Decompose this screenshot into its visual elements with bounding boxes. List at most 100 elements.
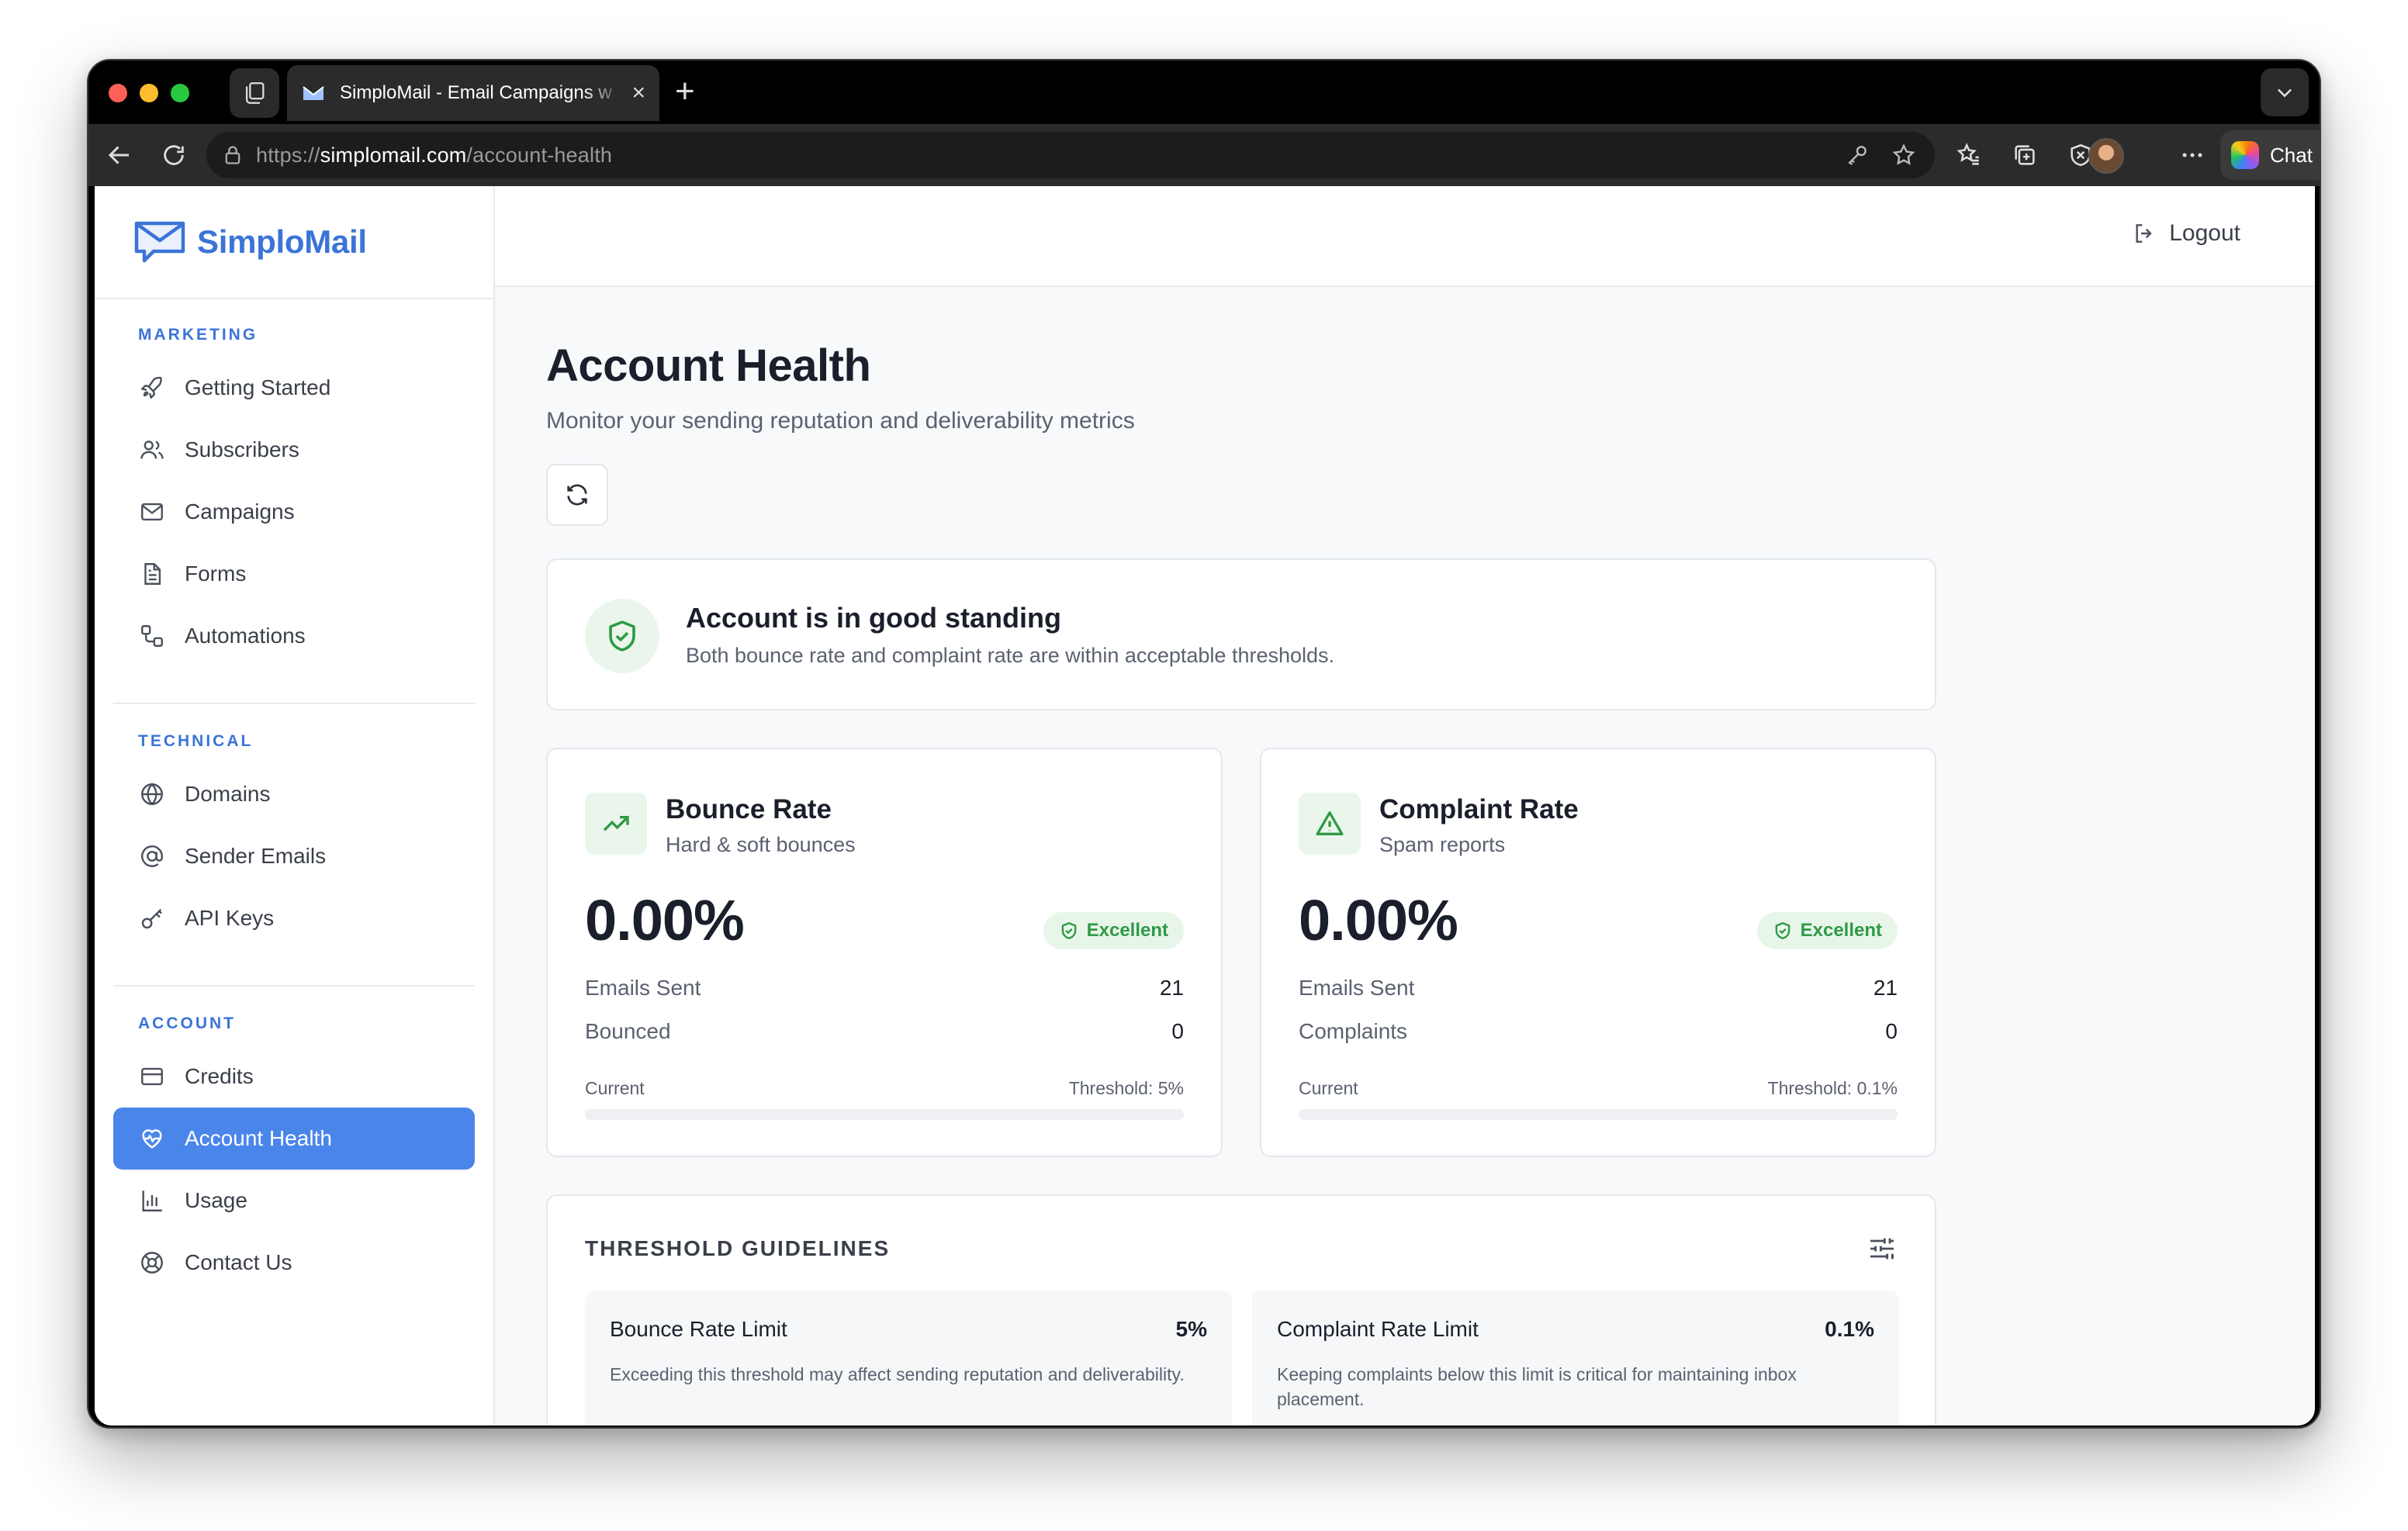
complaint-icon-box bbox=[1299, 793, 1361, 855]
arrow-left-icon bbox=[108, 146, 129, 164]
sidebar-item-automations[interactable]: Automations bbox=[113, 605, 475, 667]
browser-tab-active[interactable]: SimploMail - Email Campaigns w × bbox=[287, 65, 659, 121]
url-bar[interactable]: https://simplomail.com/account-health bbox=[206, 132, 1935, 178]
status-badge-label: Excellent bbox=[1086, 920, 1168, 941]
sidebar-item-sender-emails[interactable]: Sender Emails bbox=[113, 825, 475, 887]
sidebar-divider bbox=[113, 985, 475, 987]
sidebar-item-usage[interactable]: Usage bbox=[113, 1170, 475, 1232]
metric-value: 0.00% bbox=[1299, 888, 1458, 952]
copilot-icon bbox=[2231, 141, 2259, 169]
complaint-rate-limit-box: Complaint Rate Limit 0.1% Keeping compla… bbox=[1252, 1291, 1899, 1426]
refresh-button[interactable] bbox=[546, 464, 608, 526]
shield-check-icon bbox=[1061, 922, 1076, 939]
metric-subtitle: Spam reports bbox=[1379, 833, 1506, 856]
guideline-value: 0.1% bbox=[1825, 1317, 1874, 1341]
shield-check-icon bbox=[609, 620, 635, 651]
url-path: /account-health bbox=[466, 143, 613, 167]
progress-current-label: Current bbox=[585, 1078, 645, 1098]
status-badge: Excellent bbox=[1043, 912, 1184, 949]
metric-row-emails-sent: Emails Sent 21 bbox=[585, 976, 1184, 1001]
sidebar-section-account: ACCOUNT Credits Account Health Usage Con… bbox=[95, 1014, 493, 1294]
url-host: simplomail.com bbox=[320, 143, 467, 167]
status-badge-label: Excellent bbox=[1800, 920, 1882, 941]
key-icon[interactable] bbox=[1845, 143, 1870, 168]
tab-bar: SimploMail - Email Campaigns w × + bbox=[88, 60, 2320, 124]
copilot-chat-button[interactable]: Chat bbox=[2220, 130, 2320, 180]
row-value: 21 bbox=[1873, 976, 1898, 1000]
sidebar-item-forms[interactable]: Forms bbox=[113, 543, 475, 605]
sidebar-item-label: Credits bbox=[185, 1064, 254, 1088]
sidebar-item-subscribers[interactable]: Subscribers bbox=[113, 419, 475, 481]
sidebar-item-label: Contact Us bbox=[185, 1250, 292, 1274]
tab-list-button[interactable] bbox=[2261, 68, 2309, 116]
close-window-button[interactable] bbox=[109, 84, 127, 102]
row-value: 21 bbox=[1159, 976, 1184, 1000]
chat-label: Chat bbox=[2270, 143, 2313, 167]
url-bar-icons bbox=[1845, 143, 1916, 168]
page-viewport: SimploMail MARKETING Getting Started Sub… bbox=[95, 186, 2315, 1426]
bounce-icon-box bbox=[585, 793, 647, 855]
sidebar-divider bbox=[113, 703, 475, 704]
metric-value: 0.00% bbox=[585, 888, 745, 952]
progress-caption: Current Threshold: 5% bbox=[585, 1078, 1184, 1099]
back-button[interactable] bbox=[101, 137, 138, 174]
section-label: ACCOUNT bbox=[138, 1014, 236, 1032]
metric-subtitle: Hard & soft bounces bbox=[666, 833, 856, 856]
sidebar-item-campaigns[interactable]: Campaigns bbox=[113, 481, 475, 543]
more-horizontal-icon bbox=[2182, 153, 2202, 157]
row-value: 0 bbox=[1885, 1019, 1898, 1043]
metric-row-bounced: Bounced 0 bbox=[585, 1019, 1184, 1044]
maximize-window-button[interactable] bbox=[171, 84, 189, 102]
tab-actions-button[interactable] bbox=[230, 68, 279, 118]
collections-icon bbox=[2015, 145, 2035, 165]
mail-icon bbox=[138, 498, 166, 526]
section-label: TECHNICAL bbox=[138, 732, 254, 750]
bounce-progress-bar bbox=[585, 1109, 1184, 1120]
key-icon bbox=[138, 904, 166, 932]
document-icon bbox=[138, 560, 166, 588]
sliders-icon[interactable] bbox=[1867, 1233, 1898, 1264]
row-label: Bounced bbox=[585, 1019, 671, 1043]
reload-button[interactable] bbox=[155, 137, 192, 174]
page-title: Account Health bbox=[546, 340, 871, 391]
guidelines-title: THRESHOLD GUIDELINES bbox=[585, 1236, 891, 1260]
account-standing-card: Account is in good standing Both bounce … bbox=[546, 558, 1936, 710]
sidebar-section-marketing: MARKETING Getting Started Subscribers Ca… bbox=[95, 326, 493, 667]
close-tab-icon[interactable]: × bbox=[631, 81, 645, 105]
metric-row-emails-sent: Emails Sent 21 bbox=[1299, 976, 1898, 1001]
sidebar-item-contact-us[interactable]: Contact Us bbox=[113, 1232, 475, 1294]
complaint-progress-bar bbox=[1299, 1109, 1898, 1120]
brand-name: SimploMail bbox=[197, 223, 367, 260]
sidebar-item-label: Automations bbox=[185, 624, 306, 648]
threshold-guidelines-card: THRESHOLD GUIDELINES Bounce Rate Limit 5… bbox=[546, 1194, 1936, 1426]
top-bar: Logout bbox=[495, 186, 2315, 287]
favorites-button[interactable] bbox=[1952, 138, 1986, 172]
address-bar-row: https://simplomail.com/account-health Ch… bbox=[88, 124, 2320, 186]
collections-button[interactable] bbox=[2008, 138, 2042, 172]
brand[interactable]: SimploMail bbox=[95, 186, 493, 299]
sidebar-item-api-keys[interactable]: API Keys bbox=[113, 887, 475, 949]
sidebar-item-credits[interactable]: Credits bbox=[113, 1045, 475, 1108]
minimize-window-button[interactable] bbox=[140, 84, 158, 102]
guideline-value: 5% bbox=[1175, 1317, 1207, 1341]
row-label: Emails Sent bbox=[1299, 976, 1415, 1000]
sidebar: SimploMail MARKETING Getting Started Sub… bbox=[95, 186, 495, 1426]
guideline-title: Complaint Rate Limit bbox=[1277, 1317, 1479, 1341]
metric-row-complaints: Complaints 0 bbox=[1299, 1019, 1898, 1044]
standing-description: Both bounce rate and complaint rate are … bbox=[686, 644, 1335, 667]
sidebar-item-account-health[interactable]: Account Health bbox=[113, 1108, 475, 1170]
more-menu-button[interactable] bbox=[2175, 138, 2209, 172]
sidebar-item-getting-started[interactable]: Getting Started bbox=[113, 357, 475, 419]
heart-pulse-icon bbox=[138, 1125, 166, 1153]
sidebar-item-domains[interactable]: Domains bbox=[113, 763, 475, 825]
logout-button[interactable]: Logout bbox=[2132, 220, 2240, 247]
metric-title: Bounce Rate bbox=[666, 794, 832, 824]
section-label: MARKETING bbox=[138, 326, 258, 344]
complaint-rate-card: Complaint Rate Spam reports 0.00% Excell… bbox=[1260, 748, 1936, 1157]
new-tab-button[interactable]: + bbox=[675, 74, 695, 109]
star-icon[interactable] bbox=[1891, 143, 1916, 168]
row-value: 0 bbox=[1171, 1019, 1184, 1043]
globe-icon bbox=[138, 780, 166, 808]
progress-caption: Current Threshold: 0.1% bbox=[1299, 1078, 1898, 1099]
profile-avatar[interactable] bbox=[2088, 138, 2124, 174]
